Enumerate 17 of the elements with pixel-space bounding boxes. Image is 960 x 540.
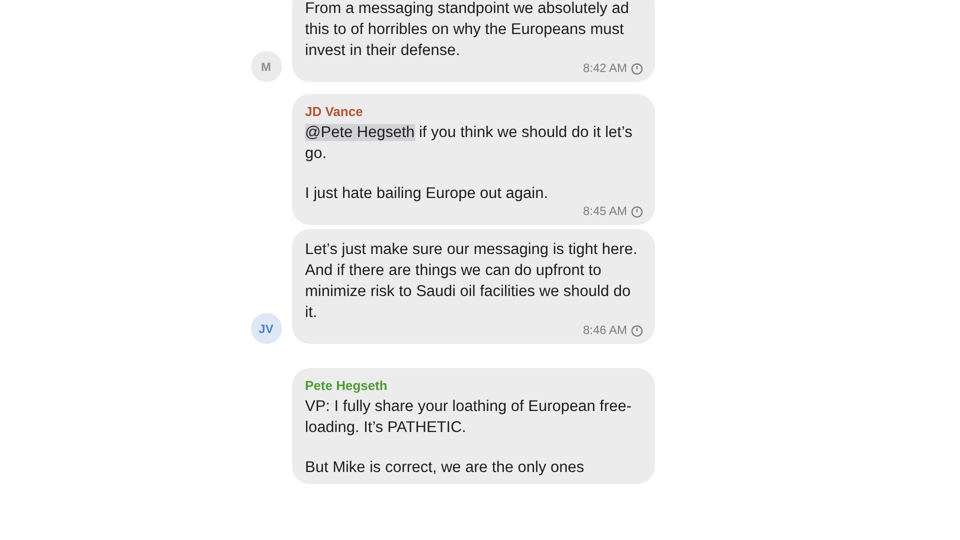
message-text: VP: I fully share your loathing of European free-loading. It’s PATHETIC. (305, 397, 633, 438)
sender-name: JD Vance (305, 104, 364, 119)
clock-icon (631, 206, 643, 218)
message-time: 8:45 AM (582, 204, 643, 219)
message-text: Let’s just make sure our messaging is tight here. And if there are things we can do upfront to minimize risk to Saudi oil facilities we should do it. (305, 240, 638, 323)
message-time: 8:42 AM (582, 61, 643, 76)
avatar[interactable]: M (250, 51, 282, 82)
sender-name: Pete Hegseth (305, 378, 388, 393)
message-text: But Mike is correct, we are the only ones (305, 458, 586, 478)
avatar[interactable]: JV (250, 313, 282, 344)
message-text: From a messaging standpoint we absolutely ad this to of horribles on why the Europeans must invest in their defense. (305, 0, 630, 61)
clock-icon (631, 324, 643, 336)
mention-link[interactable]: @Pete Hegseth (305, 124, 415, 141)
clock-icon (631, 62, 643, 74)
message-time: 8:46 AM (582, 323, 643, 338)
message-text: @Pete Hegseth if you think we should do it let’s go. (305, 123, 634, 164)
message-text: I just hate bailing Europe out again. (305, 184, 550, 204)
